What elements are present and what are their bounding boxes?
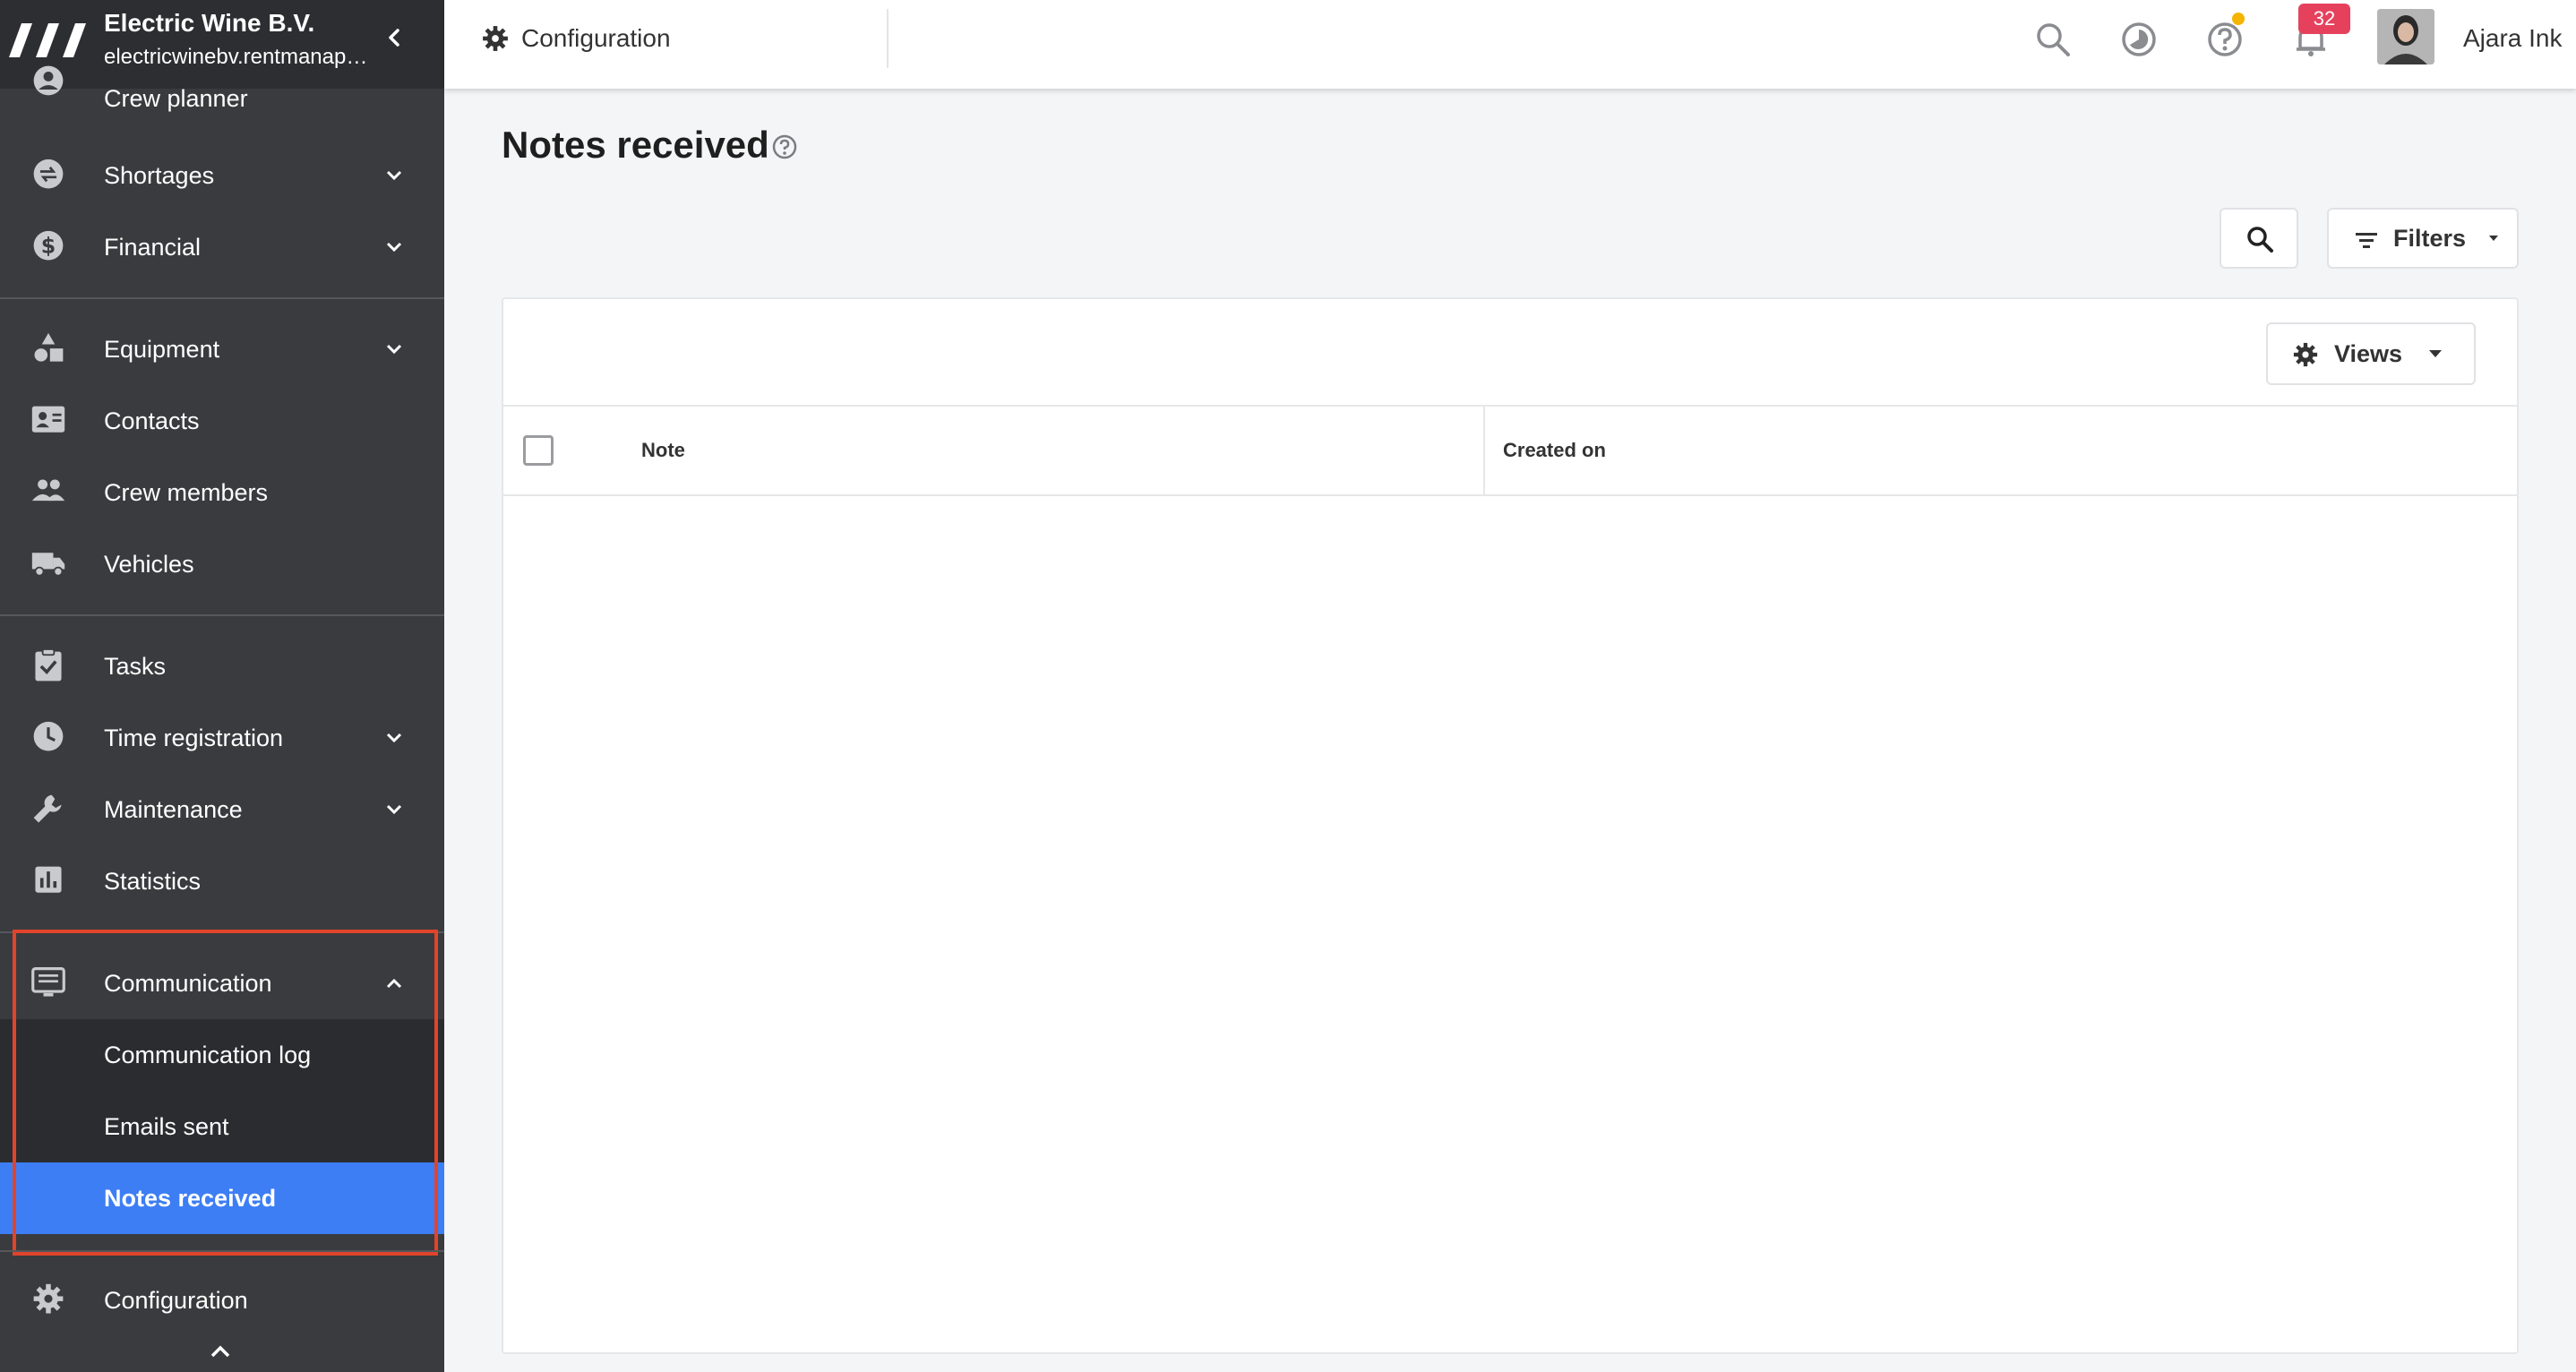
sidebar-item-label: Equipment xyxy=(104,336,220,363)
caret-down-icon xyxy=(2489,236,2498,241)
company-logo xyxy=(9,23,86,57)
caret-down-icon xyxy=(2429,350,2442,357)
filters-button[interactable]: Filters xyxy=(2327,208,2519,269)
sidebar-item-financial[interactable]: $ Financial xyxy=(0,211,444,283)
sidebar-item-time-registration[interactable]: Time registration xyxy=(0,702,444,774)
user-name[interactable]: Ajara Ink xyxy=(2463,0,2563,77)
swap-circle-icon xyxy=(33,159,64,189)
message-icon xyxy=(31,967,65,997)
person-circle-icon xyxy=(33,65,64,96)
scroll-up-icon[interactable] xyxy=(204,1338,236,1367)
page-title: Notes received xyxy=(502,124,769,166)
sidebar-item-label: Notes received xyxy=(104,1185,277,1212)
sidebar-item-label: Configuration xyxy=(104,1287,248,1314)
contact-card-icon xyxy=(31,406,65,433)
chevron-down-icon xyxy=(386,804,402,815)
sidebar-item-equipment[interactable]: Equipment xyxy=(0,313,444,385)
search-icon xyxy=(2247,227,2273,253)
sidebar-item-crew-planner[interactable]: Crew planner xyxy=(0,65,444,140)
views-label: Views xyxy=(2334,340,2403,367)
sidebar-item-maintenance[interactable]: Maintenance xyxy=(0,774,444,845)
sidebar-item-label: Shortages xyxy=(104,162,215,189)
sidebar-item-label: Crew planner xyxy=(104,85,248,112)
filter-icon xyxy=(2356,233,2377,248)
chevron-down-icon xyxy=(386,344,402,355)
sidebar-item-shortages[interactable]: Shortages xyxy=(0,140,444,211)
table-body-empty xyxy=(503,496,2517,1352)
sidebar-divider xyxy=(0,297,444,299)
dollar-circle-icon: $ xyxy=(33,230,64,261)
column-header-created-on[interactable]: Created on xyxy=(1503,407,1606,494)
collapse-sidebar-icon[interactable] xyxy=(376,20,412,56)
clock-icon xyxy=(33,721,64,751)
bar-chart-icon xyxy=(35,866,62,893)
help-icon[interactable] xyxy=(2205,20,2245,59)
user-photo-icon xyxy=(2377,9,2434,64)
table-header: Note Created on xyxy=(503,405,2517,496)
people-icon xyxy=(31,479,65,502)
column-divider[interactable] xyxy=(1483,407,1485,494)
sidebar-item-emails-sent[interactable]: Emails sent xyxy=(0,1091,444,1162)
sidebar-divider xyxy=(0,1250,444,1252)
chevron-down-icon xyxy=(386,242,402,253)
gear-icon xyxy=(2293,342,2318,367)
sidebar-item-label: Contacts xyxy=(104,407,200,434)
sidebar: Electric Wine B.V. electricwinebv.rentma… xyxy=(0,0,444,1372)
notes-table-card: Views Note Created on xyxy=(502,297,2519,1354)
gear-icon xyxy=(483,26,508,51)
sidebar-item-label: Statistics xyxy=(104,868,202,895)
sidebar-item-label: Maintenance xyxy=(104,796,243,823)
sidebar-item-label: Communication xyxy=(104,970,272,997)
top-bar: Configuration 32 Ajara Ink xyxy=(444,0,2576,89)
company-name: Electric Wine B.V. xyxy=(104,9,315,37)
sidebar-item-communication-log[interactable]: Communication log xyxy=(0,1019,444,1091)
clipboard-check-icon xyxy=(35,648,62,682)
views-button[interactable]: Views xyxy=(2266,322,2476,385)
sidebar-item-label: Tasks xyxy=(104,653,167,680)
sidebar-item-crew-members[interactable]: Crew members xyxy=(0,457,444,528)
gear-icon xyxy=(33,1283,64,1314)
table-search-button[interactable] xyxy=(2220,208,2298,269)
topbar-separator xyxy=(887,9,889,68)
sidebar-item-configuration[interactable]: Configuration xyxy=(0,1265,444,1336)
wrench-icon xyxy=(33,794,62,823)
avatar[interactable] xyxy=(2377,9,2434,64)
sidebar-item-label: Communication log xyxy=(104,1042,312,1068)
sidebar-item-label: Financial xyxy=(104,234,202,261)
notification-count-badge: 32 xyxy=(2298,4,2350,34)
chevron-down-icon xyxy=(386,733,402,743)
shapes-icon xyxy=(34,332,64,362)
help-notification-dot xyxy=(2232,13,2245,25)
sidebar-item-label: Crew members xyxy=(104,479,269,506)
sidebar-divider xyxy=(0,614,444,616)
breadcrumb-label: Configuration xyxy=(521,24,671,52)
select-all-checkbox[interactable] xyxy=(523,435,554,466)
sidebar-item-label: Vehicles xyxy=(104,551,194,578)
sidebar-item-statistics[interactable]: Statistics xyxy=(0,845,444,917)
sidebar-item-tasks[interactable]: Tasks xyxy=(0,630,444,702)
column-header-note[interactable]: Note xyxy=(641,407,685,494)
search-icon[interactable] xyxy=(2033,20,2073,59)
sidebar-item-vehicles[interactable]: Vehicles xyxy=(0,528,444,600)
chevron-up-icon xyxy=(386,978,402,989)
sidebar-item-label: Emails sent xyxy=(104,1113,229,1140)
truck-icon xyxy=(31,553,65,577)
sidebar-item-contacts[interactable]: Contacts xyxy=(0,385,444,457)
sidebar-item-communication[interactable]: Communication xyxy=(0,948,444,1019)
sidebar-item-notes-received[interactable]: Notes received xyxy=(0,1162,444,1234)
timer-icon[interactable] xyxy=(2119,20,2159,59)
breadcrumb-configuration[interactable]: Configuration xyxy=(480,0,671,77)
help-circle-icon[interactable] xyxy=(770,133,799,161)
filters-label: Filters xyxy=(2393,225,2467,252)
chevron-down-icon xyxy=(386,170,402,181)
svg-text:$: $ xyxy=(41,233,56,258)
sidebar-divider xyxy=(0,931,444,933)
sidebar-item-label: Time registration xyxy=(104,725,284,751)
